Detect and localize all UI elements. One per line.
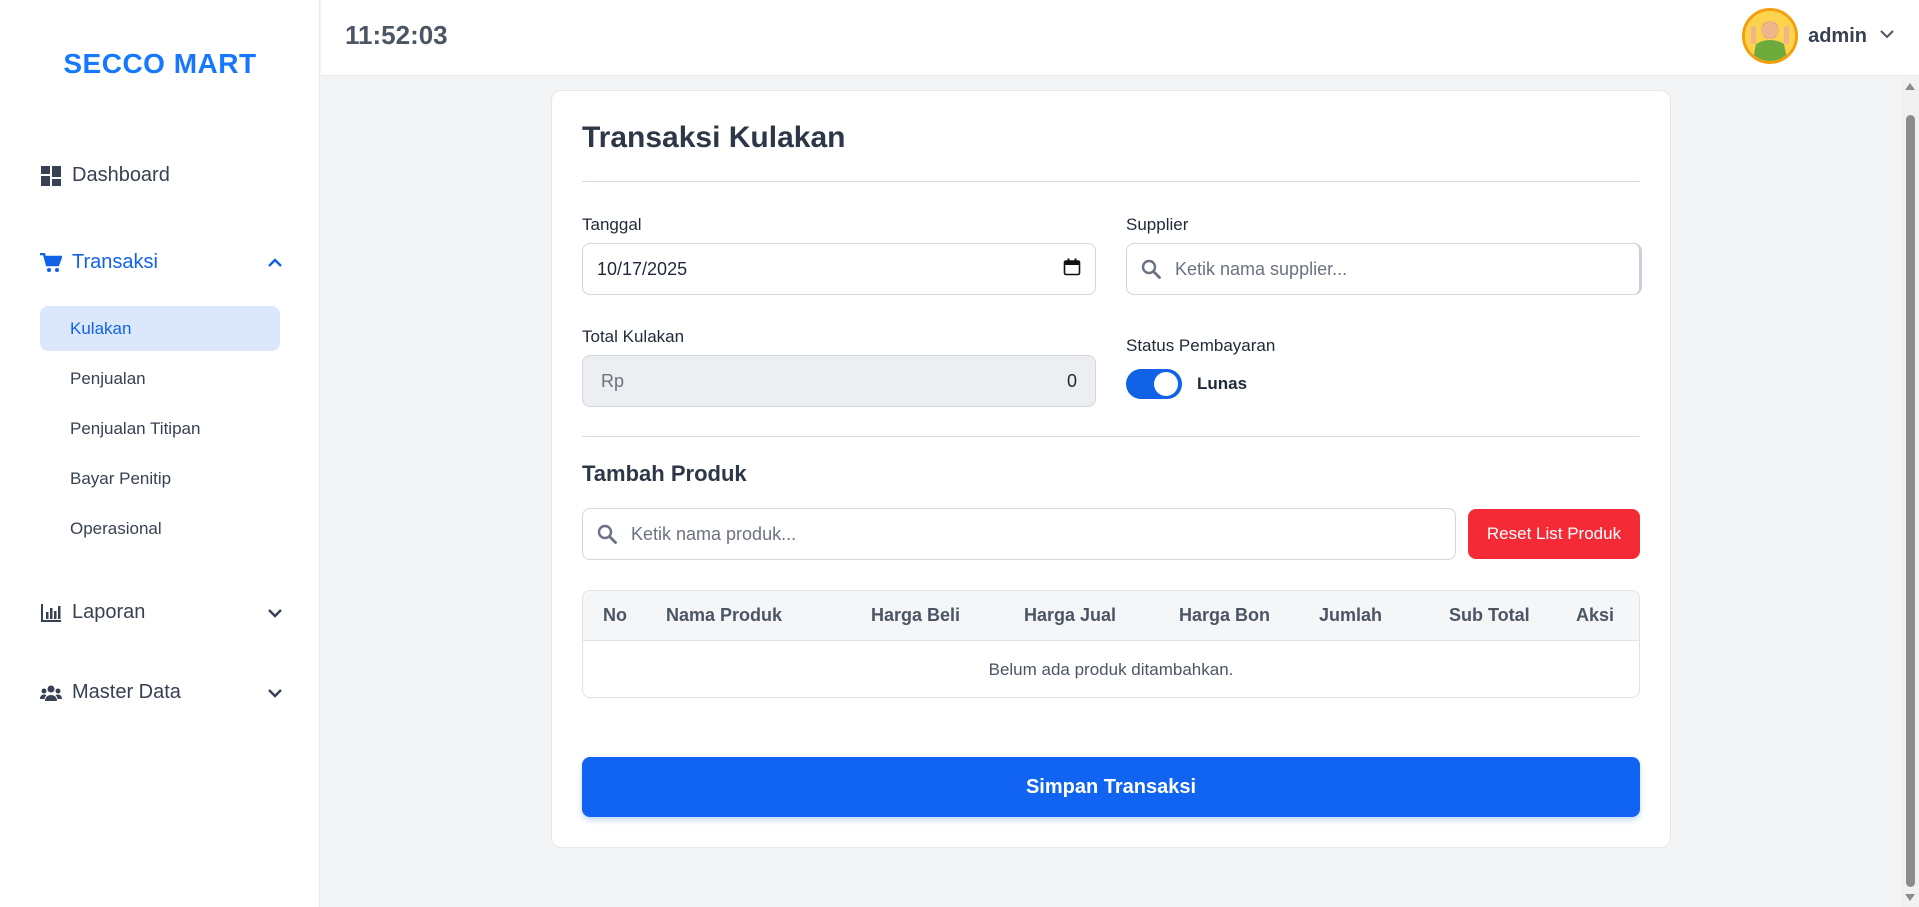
search-icon xyxy=(597,524,617,544)
calendar-icon[interactable] xyxy=(1063,258,1081,281)
column-header-nama-produk: Nama Produk xyxy=(666,605,783,625)
divider xyxy=(582,436,1640,437)
reset-list-produk-button[interactable]: Reset List Produk xyxy=(1468,509,1640,559)
sidebar-item-label: Laporan xyxy=(72,601,146,623)
status-pembayaran-toggle[interactable] xyxy=(1126,369,1182,399)
chevron-down-icon xyxy=(266,684,284,702)
table-header: No Nama Produk Harga Beli Harga Jual Har… xyxy=(583,591,1639,641)
user-menu[interactable]: admin xyxy=(1742,8,1895,64)
dashboard-icon xyxy=(40,165,62,187)
sidebar-subitem-kulakan[interactable]: Kulakan xyxy=(40,306,280,351)
column-header-aksi: Aksi xyxy=(1576,605,1615,625)
produk-search-input[interactable]: Ketik nama produk... xyxy=(582,508,1456,560)
search-icon xyxy=(1141,259,1161,279)
total-kulakan-label: Total Kulakan xyxy=(582,327,685,346)
sidebar-subitem-bayar-penitip[interactable]: Bayar Penitip xyxy=(40,456,280,501)
supplier-label: Supplier xyxy=(1126,215,1189,234)
sidebar-item-transaksi[interactable]: Transaksi xyxy=(40,251,282,274)
chevron-down-icon xyxy=(1879,26,1895,47)
chevron-up-icon xyxy=(266,254,284,272)
currency-prefix: Rp xyxy=(601,370,625,391)
sidebar-item-label: Master Data xyxy=(72,681,181,703)
divider xyxy=(582,181,1640,182)
chart-bar-icon xyxy=(40,602,62,624)
tanggal-value: 10/17/2025 xyxy=(597,258,688,279)
column-header-sub-total: Sub Total xyxy=(1449,605,1530,625)
sidebar-item-dashboard[interactable]: Dashboard xyxy=(40,164,280,187)
toggle-knob xyxy=(1154,372,1178,396)
chevron-down-icon xyxy=(266,604,284,622)
transaksi-kulakan-card: Transaksi Kulakan Tanggal 10/17/2025 Sup… xyxy=(551,90,1671,848)
total-kulakan-value: 0 xyxy=(1066,370,1077,391)
tambah-produk-title: Tambah Produk xyxy=(582,461,747,486)
cart-icon xyxy=(40,252,62,274)
topbar: 11:52:03 admin xyxy=(321,0,1919,76)
status-pembayaran-label: Status Pembayaran xyxy=(1126,336,1276,355)
tanggal-label: Tanggal xyxy=(582,215,642,234)
users-icon xyxy=(40,682,62,704)
scroll-down-arrow-icon[interactable] xyxy=(1905,894,1915,901)
status-pembayaran-value: Lunas xyxy=(1197,374,1248,393)
sidebar: SECCO MART Dashboard Transaksi Kulakan P… xyxy=(0,0,320,907)
sidebar-subitem-operasional[interactable]: Operasional xyxy=(40,506,280,551)
table-empty-message: Belum ada produk ditambahkan. xyxy=(988,660,1234,679)
avatar xyxy=(1742,8,1799,64)
supplier-placeholder: Ketik nama supplier... xyxy=(1175,258,1348,279)
total-kulakan-field: Rp 0 xyxy=(582,355,1096,407)
scroll-up-arrow-icon[interactable] xyxy=(1905,83,1915,90)
column-header-harga-jual: Harga Jual xyxy=(1024,605,1117,625)
clock: 11:52:03 xyxy=(345,20,448,50)
produk-placeholder: Ketik nama produk... xyxy=(631,523,797,544)
user-name: admin xyxy=(1808,24,1867,47)
sidebar-item-label: Dashboard xyxy=(72,164,170,186)
simpan-transaksi-button[interactable]: Simpan Transaksi xyxy=(582,757,1640,817)
tanggal-date-input[interactable]: 10/17/2025 xyxy=(582,243,1096,295)
scrollbar-thumb[interactable] xyxy=(1906,115,1915,887)
produk-table: No Nama Produk Harga Beli Harga Jual Har… xyxy=(582,590,1640,698)
sidebar-subitem-penjualan-titipan[interactable]: Penjualan Titipan xyxy=(40,406,280,451)
brand-logo[interactable]: SECCO MART xyxy=(0,48,320,80)
sidebar-item-label: Transaksi xyxy=(72,251,158,273)
sidebar-item-master-data[interactable]: Master Data xyxy=(40,681,282,704)
sidebar-subitem-penjualan[interactable]: Penjualan xyxy=(40,356,280,401)
column-header-jumlah: Jumlah xyxy=(1319,605,1383,625)
column-header-harga-bon: Harga Bon xyxy=(1179,605,1271,625)
scrollbar[interactable] xyxy=(1902,77,1919,907)
supplier-search-input[interactable]: Ketik nama supplier... xyxy=(1126,243,1642,295)
page-title: Transaksi Kulakan xyxy=(582,121,846,154)
column-header-no: No xyxy=(603,605,627,625)
sidebar-item-laporan[interactable]: Laporan xyxy=(40,601,282,624)
column-header-harga-beli: Harga Beli xyxy=(871,605,961,625)
